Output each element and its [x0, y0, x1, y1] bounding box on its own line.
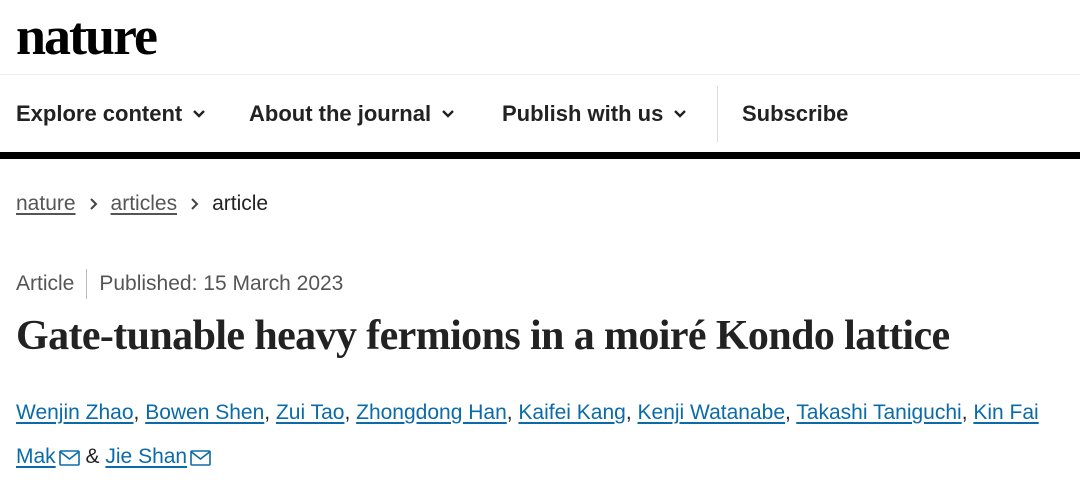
author-link[interactable]: Zhongdong Han: [356, 401, 507, 424]
nature-logo[interactable]: nature: [16, 8, 158, 64]
chevron-right-icon: [190, 197, 199, 211]
chevron-down-icon: [673, 109, 687, 119]
nav-label: Explore content: [16, 101, 183, 126]
author-link[interactable]: Kenji Watanabe: [638, 401, 785, 424]
nav-label: About the journal: [249, 101, 432, 126]
author-link[interactable]: Bowen Shen: [145, 401, 264, 424]
nav-publish-with-us[interactable]: Publish with us: [502, 75, 687, 153]
article-meta: Article Published: 15 March 2023: [16, 269, 343, 299]
meta-divider: [86, 269, 88, 299]
nav-label: Publish with us: [502, 101, 664, 126]
mail-icon[interactable]: [190, 438, 211, 482]
nav-about-the-journal[interactable]: About the journal: [249, 75, 455, 153]
nav-explore-content[interactable]: Explore content: [16, 75, 206, 153]
nav-rule: [0, 152, 1080, 159]
author-link[interactable]: Jie Shan: [105, 445, 187, 468]
author-conjunction: &: [85, 445, 100, 468]
breadcrumb-current: article: [212, 192, 269, 215]
subscribe-link[interactable]: Subscribe: [742, 75, 848, 153]
main-nav: Explore content About the journal Publis…: [0, 75, 1080, 153]
masthead: nature: [0, 0, 1080, 75]
chevron-right-icon: [89, 197, 98, 211]
author-link[interactable]: Wenjin Zhao: [16, 401, 134, 424]
breadcrumb: nature articles article: [16, 190, 268, 218]
author-list: Wenjin Zhao, Bowen Shen, Zui Tao, Zhongd…: [16, 391, 1066, 482]
author-link[interactable]: Takashi Taniguchi: [796, 401, 961, 424]
mail-icon[interactable]: [58, 438, 80, 482]
published-date: Published: 15 March 2023: [99, 272, 344, 295]
chevron-down-icon: [441, 109, 455, 119]
author-link[interactable]: Zui Tao: [276, 401, 345, 424]
chevron-down-icon: [192, 109, 206, 119]
breadcrumb-link-articles[interactable]: articles: [111, 192, 178, 216]
author-link[interactable]: Kaifei Kang: [518, 401, 625, 424]
nav-divider: [717, 86, 718, 142]
breadcrumb-link-nature[interactable]: nature: [16, 192, 76, 216]
article-title: Gate-tunable heavy fermions in a moiré K…: [16, 313, 950, 359]
article-type: Article: [16, 272, 75, 295]
